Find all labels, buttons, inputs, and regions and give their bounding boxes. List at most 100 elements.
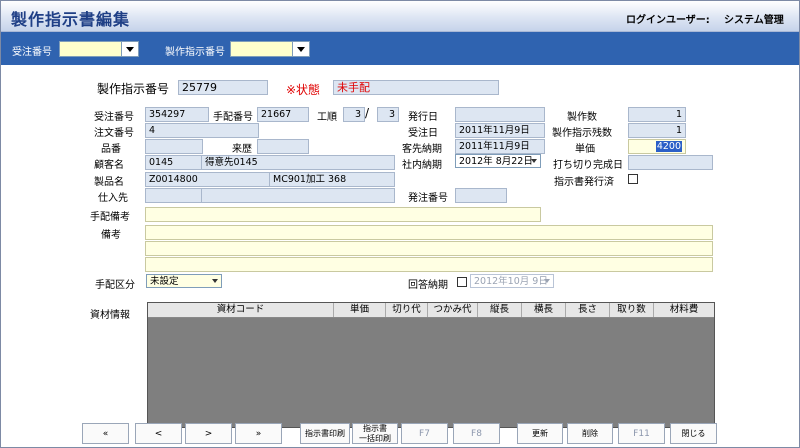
- batch-print-button[interactable]: 指示書 一括印刷: [352, 423, 398, 444]
- order-date-label: 受注日: [408, 128, 438, 139]
- batch-print-line1: 指示書: [363, 423, 387, 433]
- arrange-type-select[interactable]: 未設定: [146, 274, 222, 288]
- f11-button[interactable]: F11: [618, 423, 665, 444]
- arrange-note-field[interactable]: [145, 207, 541, 222]
- issue-date-label: 発行日: [408, 112, 438, 123]
- filter-order-no-label: 受注番号: [12, 47, 52, 58]
- materials-grid[interactable]: 資材コード 単価 切り代 つかみ代 縦長 横長 長さ 取り数 材料費: [147, 302, 715, 428]
- remaining-field[interactable]: 1: [628, 123, 686, 138]
- order-no-label: 受注番号: [94, 112, 134, 123]
- f7-button[interactable]: F7: [401, 423, 448, 444]
- cutoff-label: 打ち切り完成日: [553, 160, 623, 171]
- unit-price-label: 単価: [575, 144, 595, 155]
- prev-record-button[interactable]: <: [135, 423, 182, 444]
- status-field: 未手配: [333, 80, 499, 95]
- chevron-down-icon[interactable]: [542, 276, 552, 286]
- login-user-label: ログインユーザー:: [626, 15, 710, 26]
- first-record-button[interactable]: «: [82, 423, 129, 444]
- supplier-label: 仕入先: [98, 193, 128, 204]
- remarks-line-1[interactable]: [145, 225, 713, 240]
- process-separator: /: [365, 106, 370, 120]
- process-current-field[interactable]: 3: [343, 107, 365, 122]
- chevron-down-icon[interactable]: [529, 156, 539, 166]
- arrange-no-field[interactable]: 21667: [257, 107, 309, 122]
- arrange-no-label: 手配番号: [213, 112, 253, 123]
- filter-instruction-no-combo[interactable]: [230, 41, 310, 57]
- column-header[interactable]: 材料費: [654, 303, 714, 317]
- column-header[interactable]: 取り数: [610, 303, 654, 317]
- customer-code-field[interactable]: 0145: [145, 155, 203, 170]
- arrange-note-label: 手配備考: [90, 212, 130, 223]
- issue-date-field[interactable]: [455, 107, 545, 122]
- column-header[interactable]: 縦長: [478, 303, 522, 317]
- reply-due-label: 回答納期: [408, 280, 448, 291]
- qty-label: 製作数: [567, 112, 597, 123]
- delete-button[interactable]: 削除: [567, 423, 613, 444]
- title-bar: 製作指示書編集 ログインユーザー: システム管理: [1, 1, 799, 32]
- customer-name-field[interactable]: 得意先0145: [201, 155, 395, 170]
- update-button[interactable]: 更新: [517, 423, 563, 444]
- internal-due-label: 社内納期: [402, 160, 442, 171]
- chevron-down-icon[interactable]: [292, 42, 309, 56]
- cutoff-field[interactable]: [628, 155, 713, 170]
- po-no-label: 注文番号: [94, 128, 134, 139]
- instruction-issued-label: 指示書発行済: [554, 177, 614, 188]
- column-header[interactable]: 切り代: [386, 303, 428, 317]
- process-total-field[interactable]: 3: [377, 107, 399, 122]
- materials-label: 資材情報: [90, 310, 130, 321]
- arrange-type-value: 未設定: [150, 276, 179, 287]
- chevron-down-icon[interactable]: [210, 276, 220, 286]
- history-field[interactable]: [257, 139, 309, 154]
- item-no-field[interactable]: [145, 139, 203, 154]
- last-record-button[interactable]: »: [235, 423, 282, 444]
- arrange-type-label: 手配区分: [95, 280, 135, 291]
- remarks-line-3[interactable]: [145, 257, 713, 272]
- batch-print-line2: 一括印刷: [359, 433, 391, 443]
- po-no-field[interactable]: 4: [145, 123, 259, 138]
- column-header[interactable]: 単価: [334, 303, 386, 317]
- materials-grid-header: 資材コード 単価 切り代 つかみ代 縦長 横長 長さ 取り数 材料費: [148, 303, 714, 318]
- order-no-field[interactable]: 354297: [145, 107, 209, 122]
- status-label: ※状態: [286, 83, 321, 97]
- customer-label: 顧客名: [94, 160, 124, 171]
- login-user-name: システム管理: [724, 15, 784, 26]
- filter-order-no-combo[interactable]: [59, 41, 139, 57]
- next-record-button[interactable]: >: [185, 423, 232, 444]
- instruction-issued-checkbox[interactable]: [628, 174, 638, 184]
- reply-due-picker[interactable]: 2012年10月 9日: [470, 274, 554, 288]
- internal-due-picker[interactable]: 2012年 8月22日: [455, 154, 541, 168]
- product-name-field[interactable]: MC901加工 368: [269, 172, 395, 187]
- order-date-field[interactable]: 2011年11月9日: [455, 123, 545, 138]
- reply-due-checkbox[interactable]: [457, 277, 467, 287]
- remarks-label: 備考: [101, 230, 121, 241]
- instruction-no-field[interactable]: 25779: [178, 80, 268, 95]
- purchase-no-label: 発注番号: [408, 193, 448, 204]
- reply-due-value: 2012年10月 9日: [474, 276, 548, 287]
- remarks-line-2[interactable]: [145, 241, 713, 256]
- chevron-down-icon[interactable]: [121, 42, 138, 56]
- customer-due-field[interactable]: 2011年11月9日: [455, 139, 545, 154]
- supplier-name-field[interactable]: [201, 188, 395, 203]
- f8-button[interactable]: F8: [453, 423, 500, 444]
- column-header[interactable]: つかみ代: [428, 303, 478, 317]
- column-header[interactable]: 長さ: [566, 303, 610, 317]
- close-button[interactable]: 閉じる: [670, 423, 717, 444]
- history-label: 来歴: [232, 144, 252, 155]
- print-instruction-button[interactable]: 指示書印刷: [300, 423, 350, 444]
- unit-price-field[interactable]: 4200: [628, 139, 686, 154]
- column-header[interactable]: 資材コード: [148, 303, 334, 317]
- instruction-no-label: 製作指示番号: [97, 82, 170, 96]
- product-label: 製品名: [94, 177, 124, 188]
- filter-bar: 受注番号 製作指示番号: [1, 32, 799, 65]
- product-code-field[interactable]: Z0014800: [145, 172, 271, 187]
- internal-due-value: 2012年 8月22日: [459, 156, 533, 167]
- customer-due-label: 客先納期: [402, 144, 442, 155]
- page-title: 製作指示書編集: [11, 10, 131, 29]
- purchase-no-field[interactable]: [455, 188, 507, 203]
- remaining-label: 製作指示残数: [552, 128, 612, 139]
- unit-price-value: 4200: [655, 141, 682, 152]
- filter-instruction-no-label: 製作指示番号: [165, 47, 225, 58]
- column-header[interactable]: 横長: [522, 303, 566, 317]
- supplier-code-field[interactable]: [145, 188, 203, 203]
- qty-field[interactable]: 1: [628, 107, 686, 122]
